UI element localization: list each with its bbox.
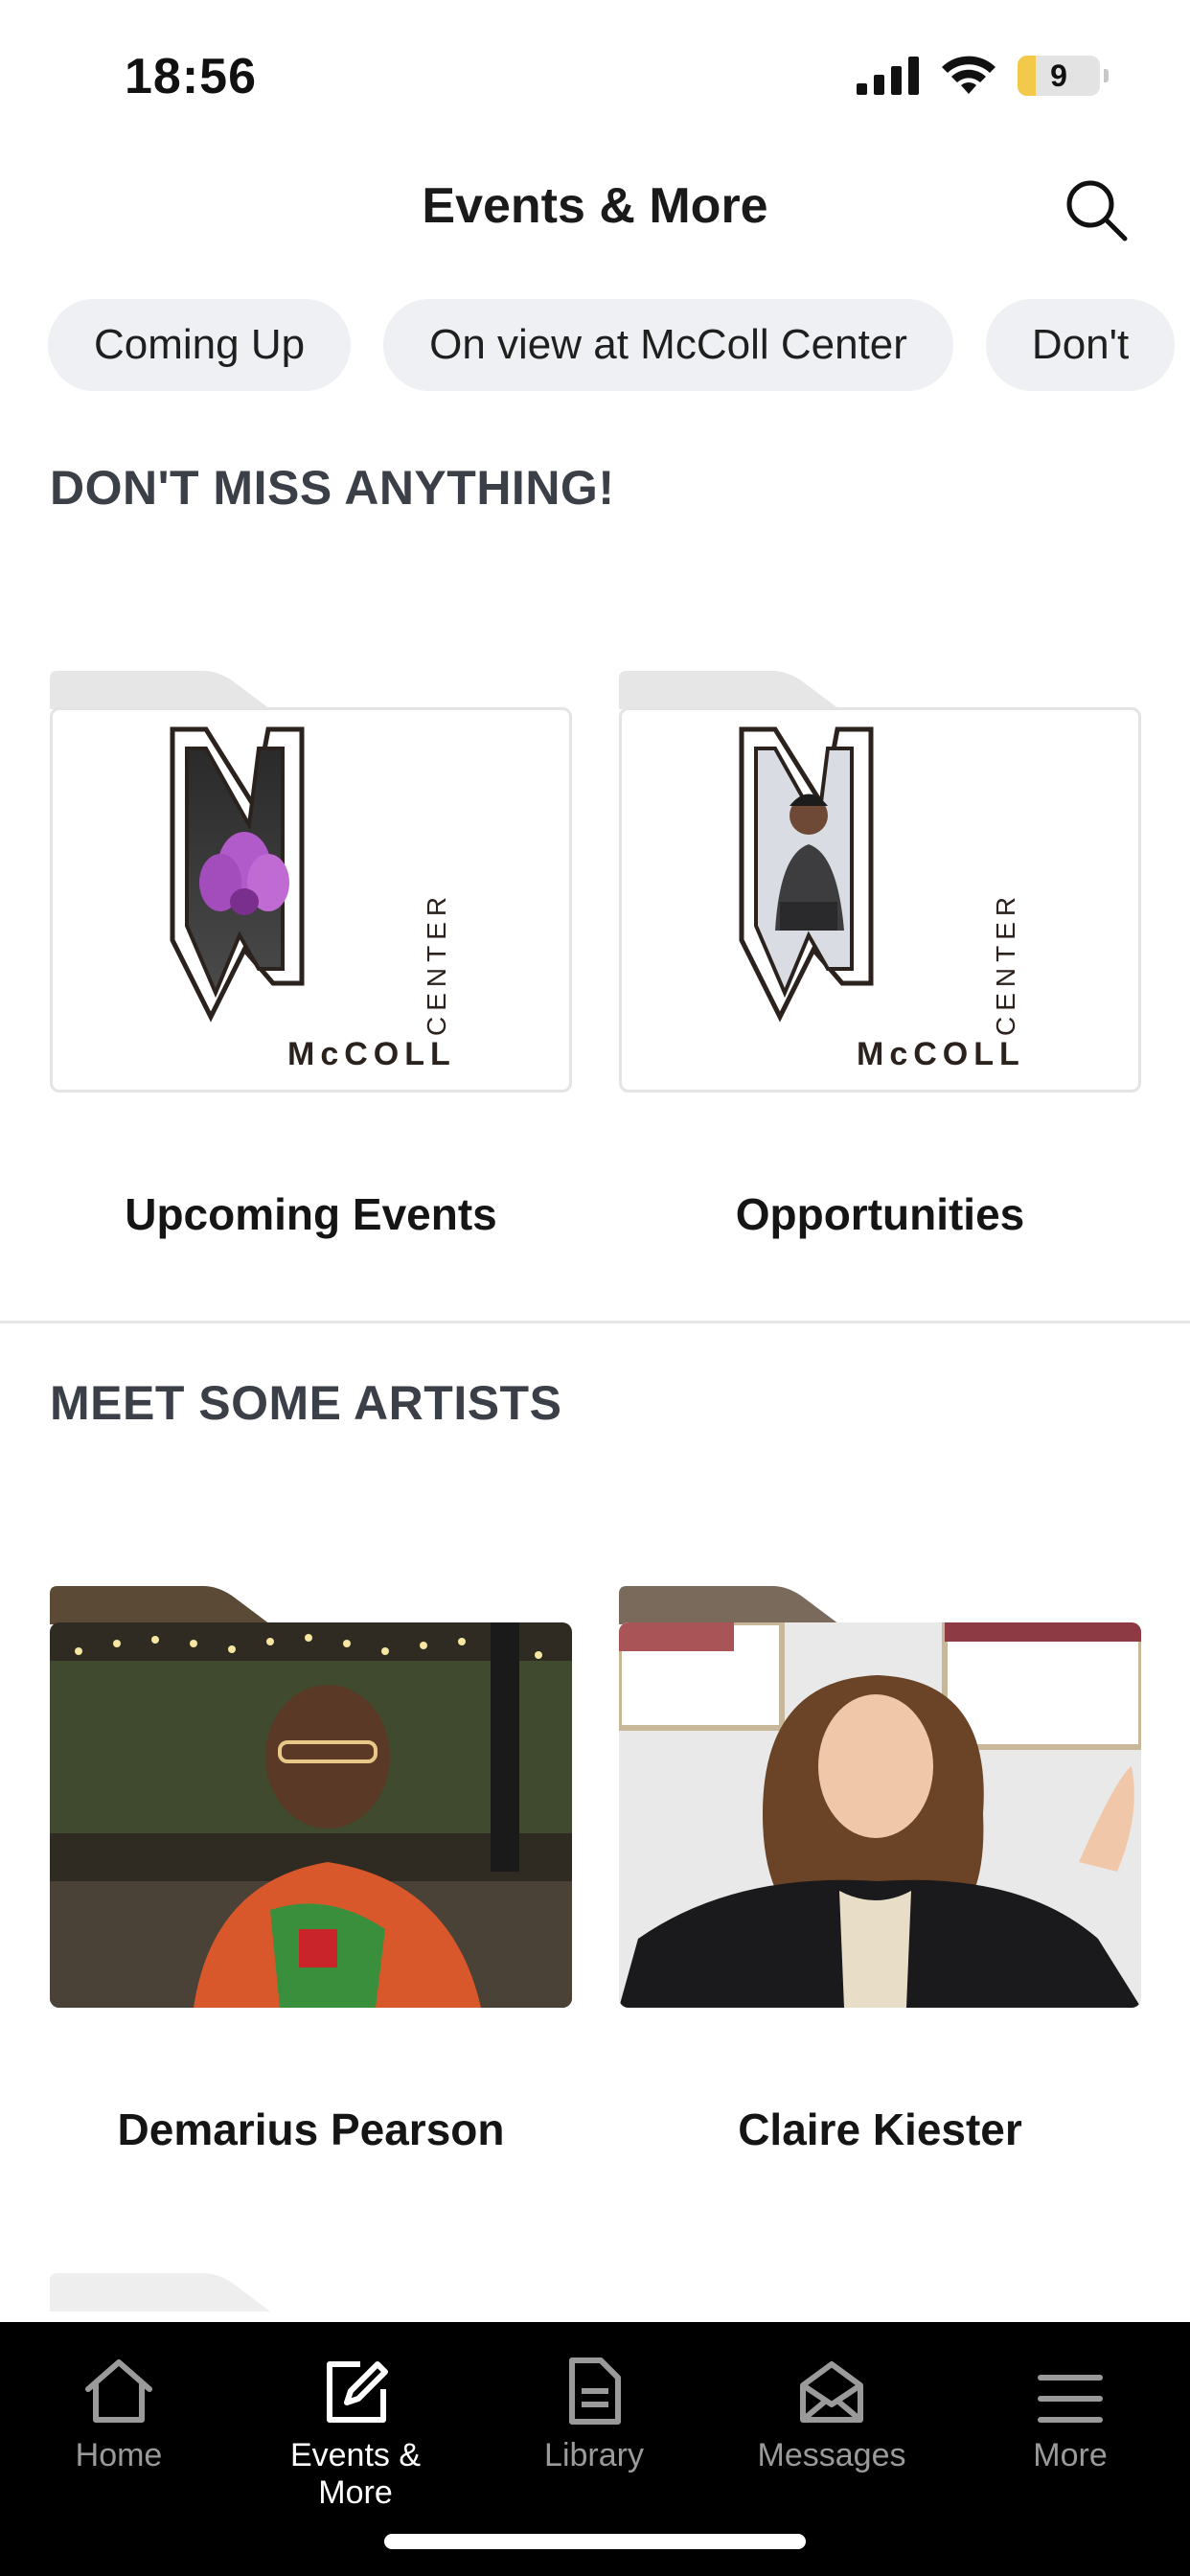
card-upcoming-events[interactable]: McCOLL CENTER Upcoming Events	[50, 671, 572, 1246]
card-opportunities[interactable]: McCOLL CENTER Opportunities	[619, 671, 1141, 1246]
signal-icon	[857, 57, 919, 95]
tab-label: Library	[544, 2437, 644, 2473]
logo-sub-text: CENTER	[422, 891, 451, 1036]
logo-sub-text: CENTER	[991, 891, 1020, 1036]
status-icons: 9	[857, 56, 1109, 96]
section-title-dont-miss: DON'T MISS ANYTHING!	[50, 461, 615, 515]
battery-indicator: 9	[1018, 56, 1100, 96]
tab-library[interactable]: Library	[489, 2349, 699, 2474]
card-label: Upcoming Events	[125, 1189, 497, 1239]
battery-level: 9	[1050, 58, 1067, 93]
folder-tab	[50, 1586, 270, 1624]
document-icon	[569, 2358, 621, 2425]
card-label: Claire Kiester	[738, 2104, 1022, 2154]
tab-label: Messages	[757, 2437, 906, 2473]
tab-events-more[interactable]: Events & More	[250, 2349, 461, 2512]
home-indicator	[384, 2534, 806, 2549]
artist-photo-art	[619, 1622, 1141, 2008]
tab-more[interactable]: More	[965, 2349, 1176, 2474]
search-icon	[1066, 180, 1128, 242]
mccoll-logo: McCOLL CENTER	[739, 726, 1025, 1072]
mccoll-logo: McCOLL CENTER	[170, 726, 456, 1072]
battery-nub	[1104, 69, 1109, 82]
tab-label: Events & More	[289, 2437, 422, 2511]
tab-home[interactable]: Home	[13, 2349, 224, 2474]
tab-label: More	[1033, 2437, 1108, 2473]
filter-chips: Coming Up On view at McColl Center Don't	[48, 299, 1176, 391]
search-button[interactable]	[1058, 172, 1134, 248]
folder-tab	[619, 671, 839, 709]
section-divider	[0, 1321, 1190, 1323]
card-artist-demarius[interactable]: Demarius Pearson	[50, 1586, 572, 2161]
wifi-icon	[942, 56, 995, 94]
card-label: Demarius Pearson	[117, 2104, 505, 2154]
chip-coming-up[interactable]: Coming Up	[48, 299, 352, 391]
menu-icon	[1038, 2375, 1103, 2423]
envelope-open-icon	[800, 2361, 863, 2423]
chip-dont-miss[interactable]: Don't	[985, 299, 1176, 391]
chip-on-view[interactable]: On view at McColl Center	[383, 299, 953, 391]
artist-photo	[50, 1622, 572, 2008]
section-title-artists: MEET SOME ARTISTS	[50, 1376, 562, 1430]
folder-tab	[50, 671, 270, 709]
folder-tab	[50, 2273, 270, 2312]
folder-body: McCOLL CENTER	[50, 707, 572, 1092]
folder-tab	[619, 1586, 839, 1624]
tab-messages[interactable]: Messages	[726, 2349, 937, 2474]
card-artist-claire[interactable]: Claire Kiester	[619, 1586, 1141, 2161]
tab-label: Home	[75, 2437, 163, 2473]
artist-photo-art	[50, 1622, 572, 2008]
folder-body: McCOLL CENTER	[619, 707, 1141, 1092]
status-bar: 18:56 9	[0, 0, 1190, 144]
logo-name-text: McCOLL	[857, 1036, 1025, 1072]
logo-name-text: McCOLL	[287, 1036, 456, 1072]
card-label: Opportunities	[735, 1189, 1025, 1239]
status-time: 18:56	[125, 49, 257, 104]
header: Events & More	[0, 168, 1190, 254]
artist-photo	[619, 1622, 1141, 2008]
page-title: Events & More	[422, 178, 768, 234]
edit-square-icon	[327, 2361, 388, 2423]
home-icon	[85, 2359, 152, 2423]
